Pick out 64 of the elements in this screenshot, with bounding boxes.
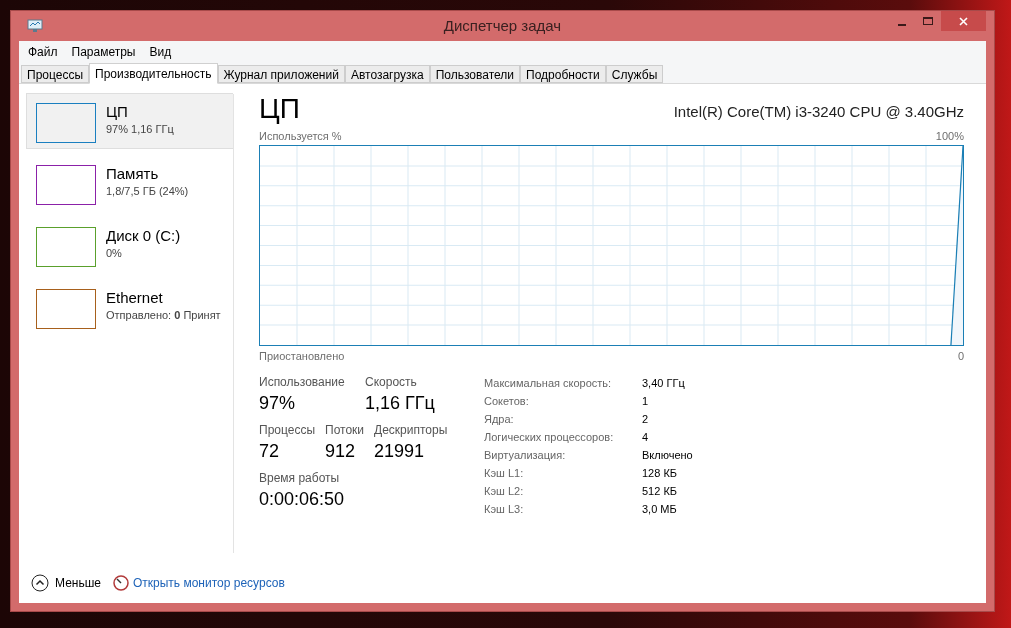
tab[interactable]: Службы	[605, 65, 664, 83]
detail-label: Виртуализация:	[484, 448, 567, 463]
less-button[interactable]: Меньше	[31, 574, 101, 592]
stat-value: 0:00:06:50	[259, 488, 345, 511]
stat-label: Дескрипторы	[374, 422, 448, 439]
stat-value: 72	[259, 440, 281, 463]
close-icon	[959, 16, 968, 26]
tab[interactable]: Подробности	[520, 65, 606, 83]
detail-label: Ядра:	[484, 412, 515, 427]
resource-name: Память	[106, 165, 160, 183]
chevron-up-icon	[31, 574, 49, 592]
sidebar-item[interactable]: Память 1,8/7,5 ГБ (24%)	[26, 155, 233, 211]
resource-detail: Отправлено: 0 Принят	[106, 308, 221, 323]
stat-value: 912	[325, 440, 357, 463]
tab[interactable]: Автозагрузка	[344, 65, 430, 83]
detail-label: Кэш L3:	[484, 502, 525, 517]
detail-label: Кэш L2:	[484, 484, 525, 499]
close-button[interactable]	[941, 11, 986, 31]
stat-value: 97%	[259, 392, 297, 415]
graph-label: Используется %	[259, 129, 342, 144]
detail-value: Включено	[642, 448, 693, 463]
sidebar-item[interactable]: Диск 0 (C:) 0%	[26, 217, 233, 273]
detail-label: Сокетов:	[484, 394, 530, 409]
detail-value: 1	[642, 394, 650, 409]
resource-name: Ethernet	[106, 289, 164, 307]
resource-monitor-link[interactable]: Открыть монитор ресурсов	[133, 574, 285, 592]
detail-value: 512 КБ	[642, 484, 679, 499]
stat-label: Процессы	[259, 422, 315, 439]
detail-label: Логических процессоров:	[484, 430, 615, 445]
cpu-model: Intel(R) Core(TM) i3-3240 CPU @ 3.40GHz	[673, 101, 964, 122]
resource-name: ЦП	[106, 103, 129, 121]
tab[interactable]: Пользователи	[429, 65, 521, 83]
detail-value: 128 КБ	[642, 466, 679, 481]
stat-value: 1,16 ГГц	[365, 392, 436, 415]
sidebar-item[interactable]: Ethernet Отправлено: 0 Принят	[26, 279, 233, 335]
stat-label: Время работы	[259, 470, 341, 487]
graph-label: Приостановлено	[259, 348, 345, 364]
resource-detail: 97% 1,16 ГГц	[106, 122, 174, 137]
tab[interactable]: Процессы	[21, 65, 89, 83]
menu-item[interactable]: Вид	[143, 43, 178, 61]
tab[interactable]: Журнал приложений	[217, 65, 345, 83]
detail-label: Максимальная скорость:	[484, 376, 613, 391]
detail-value: 2	[642, 412, 650, 427]
tab[interactable]: Производительность	[89, 63, 218, 84]
detail-label: Кэш L1:	[484, 466, 525, 481]
resource-name: Диск 0 (C:)	[106, 227, 181, 245]
stat-label: Использование	[259, 374, 346, 391]
monitor-icon	[27, 19, 43, 33]
stat-value: 21991	[374, 440, 426, 463]
menu-item[interactable]: Файл	[22, 43, 64, 61]
resource-detail: 0%	[106, 246, 123, 261]
resource-detail: 1,8/7,5 ГБ (24%)	[106, 184, 189, 199]
window-title: Диспетчер задач	[443, 15, 562, 36]
cpu-title: ЦП	[259, 92, 300, 126]
graph-label: 100%	[935, 129, 964, 144]
menu-item[interactable]: Параметры	[65, 43, 142, 61]
detail-value: 3,0 МБ	[642, 502, 678, 517]
gauge-icon	[113, 575, 129, 591]
detail-value: 4	[642, 430, 650, 445]
stat-label: Скорость	[365, 374, 418, 391]
graph-label: 0	[957, 348, 964, 364]
sidebar-item[interactable]: ЦП 97% 1,16 ГГц	[26, 93, 233, 149]
stat-label: Потоки	[325, 422, 365, 439]
detail-value: 3,40 ГГц	[642, 376, 686, 391]
